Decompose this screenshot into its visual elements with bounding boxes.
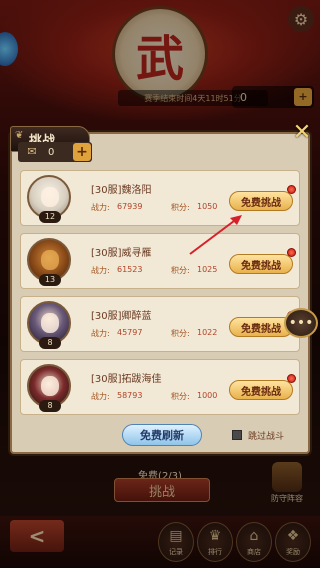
- dialog-currency: ✉ 0 +: [18, 142, 92, 162]
- avatar-face: [41, 313, 59, 333]
- power-value: 58793: [117, 391, 143, 400]
- power-label: 战力:: [91, 266, 110, 275]
- score-value: 1050: [197, 202, 218, 211]
- opponent-level: 13: [39, 274, 61, 286]
- avatar-face: [41, 376, 59, 396]
- notification-dot: [287, 248, 296, 257]
- power-value: 45797: [117, 328, 143, 337]
- skip-battle-checkbox[interactable]: [232, 430, 242, 440]
- opponent-name: [30服]拓跋海佳: [91, 374, 162, 385]
- dialog-currency-value: 0: [48, 146, 55, 158]
- free-challenge-button[interactable]: 免费挑战: [229, 380, 293, 400]
- opponent-card: 8 [30服]卿醉蓝 战力: 45797 积分: 1022 免费挑战: [20, 296, 300, 352]
- opponent-level: 8: [39, 337, 61, 349]
- free-challenge-button[interactable]: 免费挑战: [229, 254, 293, 274]
- opponent-card: 13 [30服]威寻雁 战力: 61523 积分: 1025 免费挑战: [20, 233, 300, 289]
- score-value: 1000: [197, 391, 218, 400]
- notification-dot: [287, 374, 296, 383]
- power-value: 61523: [117, 265, 143, 274]
- score-label: 积分:: [171, 203, 190, 212]
- score-value: 1022: [197, 328, 218, 337]
- power-label: 战力:: [91, 329, 110, 338]
- opponent-level: 8: [39, 400, 61, 412]
- score-value: 1025: [197, 265, 218, 274]
- dialog-currency-plus-button[interactable]: +: [73, 143, 91, 161]
- opponent-level: 12: [39, 211, 61, 223]
- skip-battle-label: 跳过战斗: [248, 432, 285, 442]
- power-value: 67939: [117, 202, 143, 211]
- power-label: 战力:: [91, 203, 110, 212]
- score-label: 积分:: [171, 329, 190, 338]
- notification-dot: [287, 185, 296, 194]
- score-label: 积分:: [171, 392, 190, 401]
- opponent-name: [30服]魏洛阳: [91, 185, 152, 196]
- avatar-face: [41, 187, 59, 207]
- power-label: 战力:: [91, 392, 110, 401]
- close-button[interactable]: ✕: [290, 120, 314, 145]
- free-challenge-button[interactable]: 免费挑战: [229, 191, 293, 211]
- opponent-card: 12 [30服]魏洛阳 战力: 67939 积分: 1050 免费挑战: [20, 170, 300, 226]
- score-label: 积分:: [171, 266, 190, 275]
- ticket-icon: ✉: [27, 145, 37, 158]
- opponent-name: [30服]威寻雁: [91, 248, 152, 259]
- avatar-face: [41, 250, 59, 270]
- chat-bubble-icon[interactable]: •••: [284, 308, 318, 338]
- opponent-card: 8 [30服]拓跋海佳 战力: 58793 积分: 1000 免费挑战: [20, 359, 300, 415]
- free-refresh-button[interactable]: 免费刷新: [122, 424, 202, 446]
- title-deco-icon: ❦: [15, 130, 24, 141]
- challenge-dialog: ❦ 挑战 ✕ ✉ 0 + 12 [30服]魏洛阳 战力: 67939 积分: 1…: [10, 120, 311, 454]
- opponent-name: [30服]卿醉蓝: [91, 311, 152, 322]
